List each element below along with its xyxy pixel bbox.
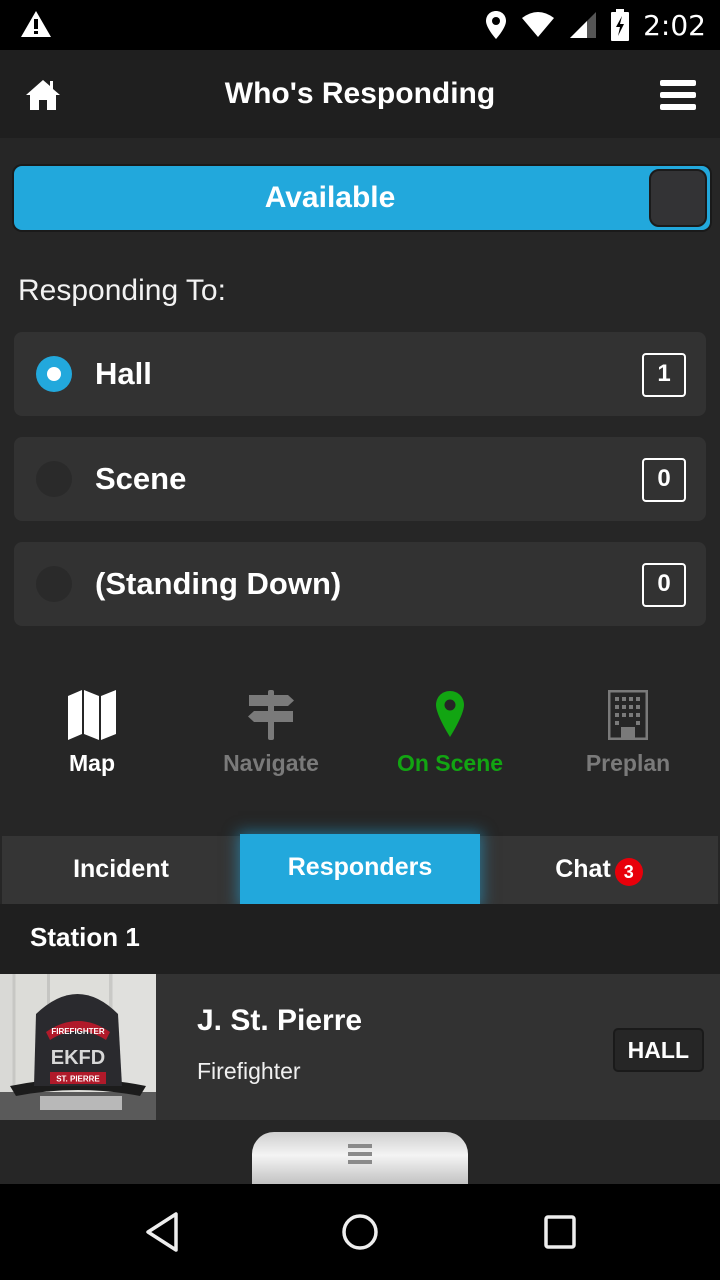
availability-label: Available [264, 181, 396, 214]
tab-label: Chat [555, 855, 611, 883]
option-hall[interactable]: Hall 1 [14, 332, 706, 416]
tab-incident[interactable]: Incident [2, 836, 240, 904]
map-pin-icon [436, 691, 464, 737]
avatar: FIREFIGHTER EKFD ST. PIERRE [0, 974, 156, 1120]
tab-label: Responders [287, 853, 433, 881]
status-badge: HALL [612, 1028, 704, 1072]
cell-signal-icon [570, 12, 597, 38]
helmet-image: FIREFIGHTER EKFD ST. PIERRE [0, 994, 156, 1120]
system-nav-bar [0, 1184, 720, 1280]
action-label: Preplan [585, 750, 671, 776]
action-label: On Scene [396, 750, 504, 776]
group-title: Station 1 [30, 922, 140, 952]
option-count: 1 [642, 353, 686, 397]
battery-charging-icon [611, 9, 630, 41]
clock: 2:02 [643, 8, 706, 42]
status-bar: 2:02 [0, 0, 720, 50]
option-label: (Standing Down) [95, 566, 342, 601]
responder-role: Firefighter [197, 1058, 301, 1084]
app-bar: Who's Responding [0, 50, 720, 138]
option-label: Hall [95, 356, 152, 391]
tab-responders[interactable]: Responders [240, 834, 480, 906]
tab-bar: Incident Responders Chat 3 [2, 834, 718, 906]
preplan-button[interactable]: Preplan [538, 680, 718, 800]
responder-row[interactable]: FIREFIGHTER EKFD ST. PIERRE J. St. Pierr… [0, 974, 720, 1120]
back-icon[interactable] [140, 1210, 188, 1254]
signpost-icon [248, 690, 294, 740]
availability-toggle[interactable]: Available [14, 166, 710, 230]
helmet-center-text: EKFD [51, 1047, 105, 1069]
responding-to-label: Responding To: [18, 274, 226, 307]
radio-unselected[interactable] [36, 461, 72, 497]
helmet-top-text: FIREFIGHTER [51, 1027, 105, 1036]
page-title: Who's Responding [224, 77, 496, 110]
tab-chat[interactable]: Chat 3 [480, 836, 718, 904]
helmet-bottom-text: ST. PIERRE [56, 1075, 100, 1084]
home-circle-icon[interactable] [336, 1210, 384, 1254]
radio-selected[interactable] [36, 356, 72, 392]
unread-badge: 3 [614, 858, 643, 887]
tab-label: Incident [73, 855, 169, 883]
building-icon [608, 690, 648, 740]
warning-icon [21, 11, 51, 37]
recents-icon[interactable] [536, 1210, 584, 1254]
option-count: 0 [642, 458, 686, 502]
map-button[interactable]: Map [2, 680, 182, 800]
drag-handle-icon [348, 1144, 372, 1164]
drawer-handle[interactable] [252, 1132, 468, 1184]
navigate-button[interactable]: Navigate [181, 680, 361, 800]
location-icon [486, 11, 507, 39]
action-label: Map [69, 750, 115, 776]
home-icon[interactable] [24, 78, 62, 112]
option-standing-down[interactable]: (Standing Down) 0 [14, 542, 706, 626]
option-count: 0 [642, 563, 686, 607]
wifi-icon [522, 12, 555, 37]
hamburger-menu-icon[interactable] [660, 80, 696, 110]
on-scene-button[interactable]: On Scene [360, 680, 540, 800]
option-label: Scene [95, 461, 187, 496]
responder-name: J. St. Pierre [197, 1004, 363, 1037]
option-scene[interactable]: Scene 0 [14, 437, 706, 521]
action-label: Navigate [223, 750, 319, 776]
toggle-knob[interactable] [649, 169, 707, 227]
action-bar: Map Navigate On Scene Preplan [0, 680, 720, 800]
map-icon [68, 690, 116, 740]
radio-unselected[interactable] [36, 566, 72, 602]
